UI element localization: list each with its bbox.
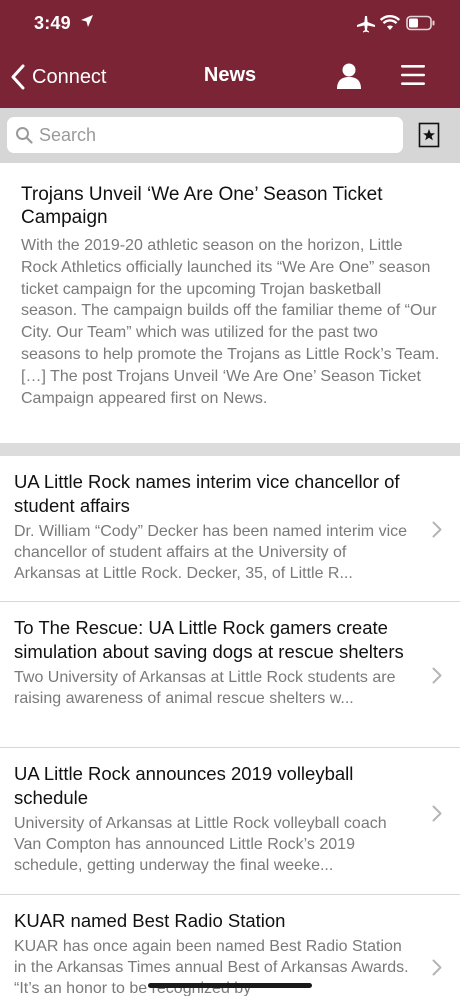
chevron-right-icon — [432, 667, 442, 684]
app-header: 3:49 Connect News — [0, 0, 460, 108]
hamburger-menu-icon[interactable] — [401, 64, 425, 86]
status-time: 3:49 — [34, 13, 71, 33]
news-item-title: KUAR named Best Radio Station — [14, 910, 286, 931]
home-indicator[interactable] — [148, 983, 312, 988]
news-list-item[interactable]: To The Rescue: UA Little Rock gamers cre… — [0, 602, 460, 748]
location-arrow-icon — [81, 15, 93, 27]
news-list-item[interactable]: KUAR named Best Radio Station KUAR has o… — [0, 895, 460, 996]
nav-bar: Connect News — [0, 50, 460, 108]
airplane-mode-icon — [357, 16, 375, 33]
news-list-item[interactable]: UA Little Rock announces 2019 volleyball… — [0, 748, 460, 895]
page-title: News — [203, 64, 257, 86]
chevron-right-icon — [432, 959, 442, 976]
news-list-item[interactable]: UA Little Rock names interim vice chance… — [0, 456, 460, 602]
search-placeholder: Search — [39, 124, 97, 145]
featured-article-title: Trojans Unveil ‘We Are One’ Season Ticke… — [21, 184, 383, 228]
news-item-title: UA Little Rock names interim vice chance… — [14, 471, 400, 516]
user-icon[interactable] — [336, 62, 362, 90]
search-bar: Search — [0, 108, 460, 163]
chevron-right-icon — [432, 521, 442, 538]
chevron-right-icon — [432, 805, 442, 822]
section-divider — [0, 443, 460, 456]
featured-article-body: With the 2019-20 athletic season on the … — [21, 237, 440, 407]
search-input[interactable]: Search — [7, 117, 403, 153]
news-item-title: UA Little Rock announces 2019 volleyball… — [14, 763, 354, 808]
news-list: UA Little Rock names interim vice chance… — [0, 456, 460, 996]
news-item-summary: University of Arkansas at Little Rock vo… — [14, 815, 387, 874]
battery-icon — [406, 15, 435, 31]
featured-article[interactable]: Trojans Unveil ‘We Are One’ Season Ticke… — [0, 163, 460, 443]
wifi-icon — [380, 15, 400, 30]
news-item-summary: Dr. William “Cody” Decker has been named… — [14, 523, 408, 582]
status-bar: 3:49 — [0, 0, 460, 50]
news-item-summary: Two University of Arkansas at Little Roc… — [14, 669, 396, 707]
news-item-title: To The Rescue: UA Little Rock gamers cre… — [14, 617, 404, 662]
search-icon — [16, 127, 33, 144]
bookmark-star-icon[interactable] — [418, 122, 440, 148]
